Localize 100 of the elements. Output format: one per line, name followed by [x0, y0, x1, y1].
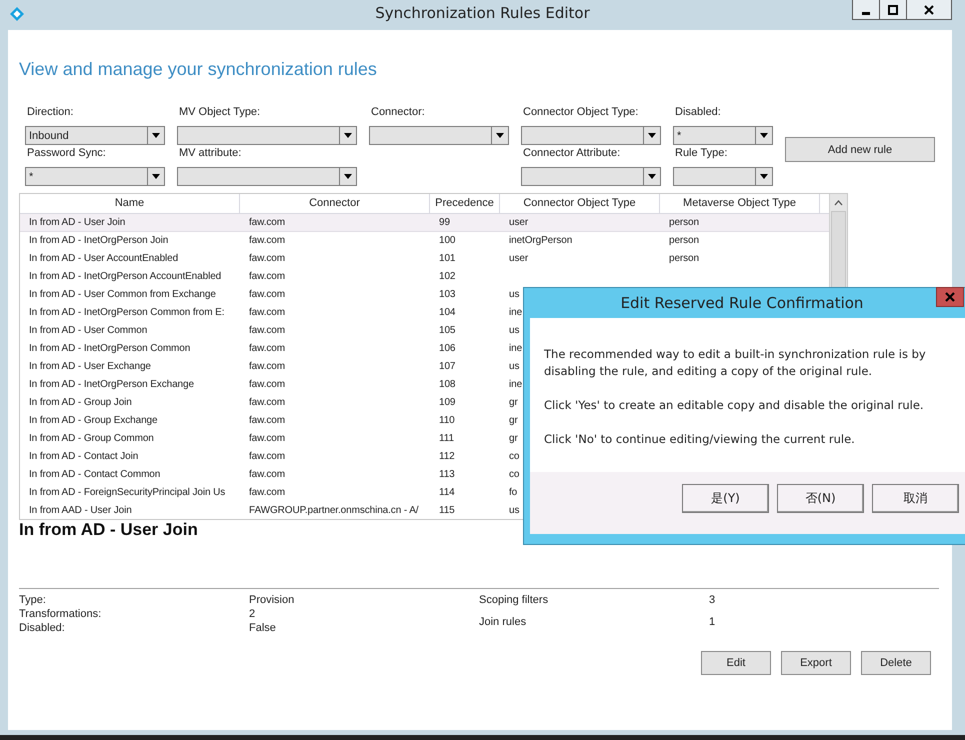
scroll-up-icon — [834, 200, 843, 206]
filter-label: Password Sync: — [26, 147, 107, 161]
table-cell: 109 — [439, 397, 456, 408]
dropdown-arrow-icon — [496, 133, 504, 138]
dropdown-arrow-icon — [152, 174, 160, 179]
table-cell: In from AD - ForeignSecurityPrincipal Join Us — [29, 487, 226, 498]
table-cell: In from AD - Contact Common — [29, 469, 160, 480]
dialog-button[interactable]: 否(N) — [777, 484, 864, 513]
table-cell: 102 — [439, 271, 456, 282]
page-heading: View and manage your synchronization rules — [19, 59, 378, 80]
add-rule-button[interactable]: Add new rule — [785, 137, 935, 162]
detail-value: 3 — [709, 593, 716, 607]
dropdown[interactable] — [673, 167, 773, 186]
action-button[interactable]: Export — [781, 651, 851, 675]
table-cell: In from AD - Group Join — [29, 397, 132, 408]
dropdown[interactable] — [521, 126, 661, 145]
column-header[interactable]: Metaverse Object Type — [660, 194, 820, 213]
table-cell: 113 — [439, 469, 455, 480]
minimize-icon — [862, 12, 870, 14]
table-cell: inetOrgPerson — [509, 235, 572, 246]
table-cell: co — [509, 469, 520, 480]
table-cell: In from AD - User Join — [29, 217, 126, 228]
dropdown[interactable]: * — [25, 167, 165, 186]
action-button[interactable]: Edit — [701, 651, 771, 675]
dropdown-arrow-icon — [648, 133, 656, 138]
table-cell: 114 — [439, 487, 455, 498]
table-cell: In from AD - User Common from Exchange — [29, 289, 216, 300]
table-cell: 111 — [439, 433, 454, 444]
table-cell: us — [509, 289, 520, 300]
dropdown[interactable] — [521, 167, 661, 186]
dialog-button[interactable]: 是(Y) — [682, 484, 769, 513]
table-cell: 110 — [439, 415, 455, 426]
table-cell: faw.com — [249, 469, 285, 480]
detail-label: Scoping filters — [479, 593, 550, 607]
table-cell: person — [669, 253, 699, 264]
dropdown-arrow-icon — [344, 133, 352, 138]
table-cell: faw.com — [249, 379, 285, 390]
column-header[interactable]: Precedence — [430, 194, 500, 213]
dialog-title: Edit Reserved Rule Confirmation — [620, 294, 864, 312]
dropdown-arrow-icon — [648, 174, 656, 179]
detail-value: 1 — [709, 615, 716, 629]
table-cell: faw.com — [249, 415, 285, 426]
dropdown[interactable]: Inbound — [25, 126, 165, 145]
detail-label: Transformations: — [19, 607, 102, 621]
table-cell: 112 — [439, 451, 455, 462]
table-cell: In from AD - User AccountEnabled — [29, 253, 178, 264]
dropdown[interactable] — [369, 126, 509, 145]
table-cell: faw.com — [249, 307, 285, 318]
close-icon — [945, 292, 955, 302]
dropdown[interactable] — [177, 126, 357, 145]
detail-value: Provision — [249, 593, 294, 607]
dropdown[interactable] — [177, 167, 357, 186]
filter-label: Connector: — [370, 106, 426, 120]
maximize-icon — [888, 4, 898, 14]
table-cell: gr — [509, 415, 518, 426]
filter-label: Connector Object Type: — [522, 106, 640, 120]
dialog-button[interactable]: 取消 — [872, 484, 959, 513]
table-cell: faw.com — [249, 361, 285, 372]
dropdown-arrow-icon — [760, 174, 768, 179]
table-cell: In from AD - InetOrgPerson Exchange — [29, 379, 194, 390]
diamond-icon — [9, 6, 25, 22]
table-cell: FAWGROUP.partner.onmschina.cn - A/ — [249, 505, 418, 516]
table-cell: user — [509, 217, 528, 228]
minimize-button[interactable] — [852, 0, 880, 20]
table-cell: person — [669, 235, 699, 246]
filter-label: Connector Attribute: — [522, 147, 622, 161]
column-header[interactable]: Name — [20, 194, 240, 213]
table-row[interactable]: In from AD - InetOrgPerson AccountEnabled faw.com 102 — [20, 268, 829, 286]
column-header[interactable]: Connector — [240, 194, 430, 213]
table-cell: gr — [509, 397, 518, 408]
detail-value: False — [249, 621, 276, 635]
detail-value: 2 — [249, 607, 256, 621]
table-cell: In from AD - InetOrgPerson AccountEnabled — [29, 271, 222, 282]
action-button[interactable]: Delete — [861, 651, 931, 675]
table-row[interactable]: In from AD - User AccountEnabled faw.com 101 user person — [20, 250, 829, 268]
table-row[interactable]: In from AD - InetOrgPerson Join faw.com 100 inetOrgPerson person — [20, 232, 829, 250]
table-cell: faw.com — [249, 289, 285, 300]
table-cell: co — [509, 451, 520, 462]
table-cell: 107 — [439, 361, 456, 372]
column-header[interactable]: Connector Object Type — [500, 194, 660, 213]
close-button[interactable] — [906, 0, 952, 20]
table-cell: faw.com — [249, 343, 285, 354]
dropdown[interactable]: * — [673, 126, 773, 145]
table-cell: In from AAD - User Join — [29, 505, 132, 516]
filter-label: MV Object Type: — [178, 106, 262, 120]
table-cell: ine — [509, 307, 522, 318]
selected-row[interactable]: In from AD - User Join faw.com 99 user person — [20, 214, 829, 232]
maximize-button[interactable] — [879, 0, 907, 20]
table-cell: In from AD - User Exchange — [29, 361, 151, 372]
table-cell: faw.com — [249, 271, 285, 282]
table-cell: In from AD - User Common — [29, 325, 148, 336]
table-cell: In from AD - Contact Join — [29, 451, 138, 462]
table-cell: 115 — [439, 505, 455, 516]
table-cell: faw.com — [249, 253, 285, 264]
table-cell: faw.com — [249, 235, 285, 246]
table-cell: faw.com — [249, 487, 285, 498]
filter-label: Rule Type: — [674, 147, 728, 161]
table-cell: In from AD - InetOrgPerson Common — [29, 343, 190, 354]
table-cell: 99 — [439, 217, 450, 228]
table-cell: faw.com — [249, 451, 285, 462]
